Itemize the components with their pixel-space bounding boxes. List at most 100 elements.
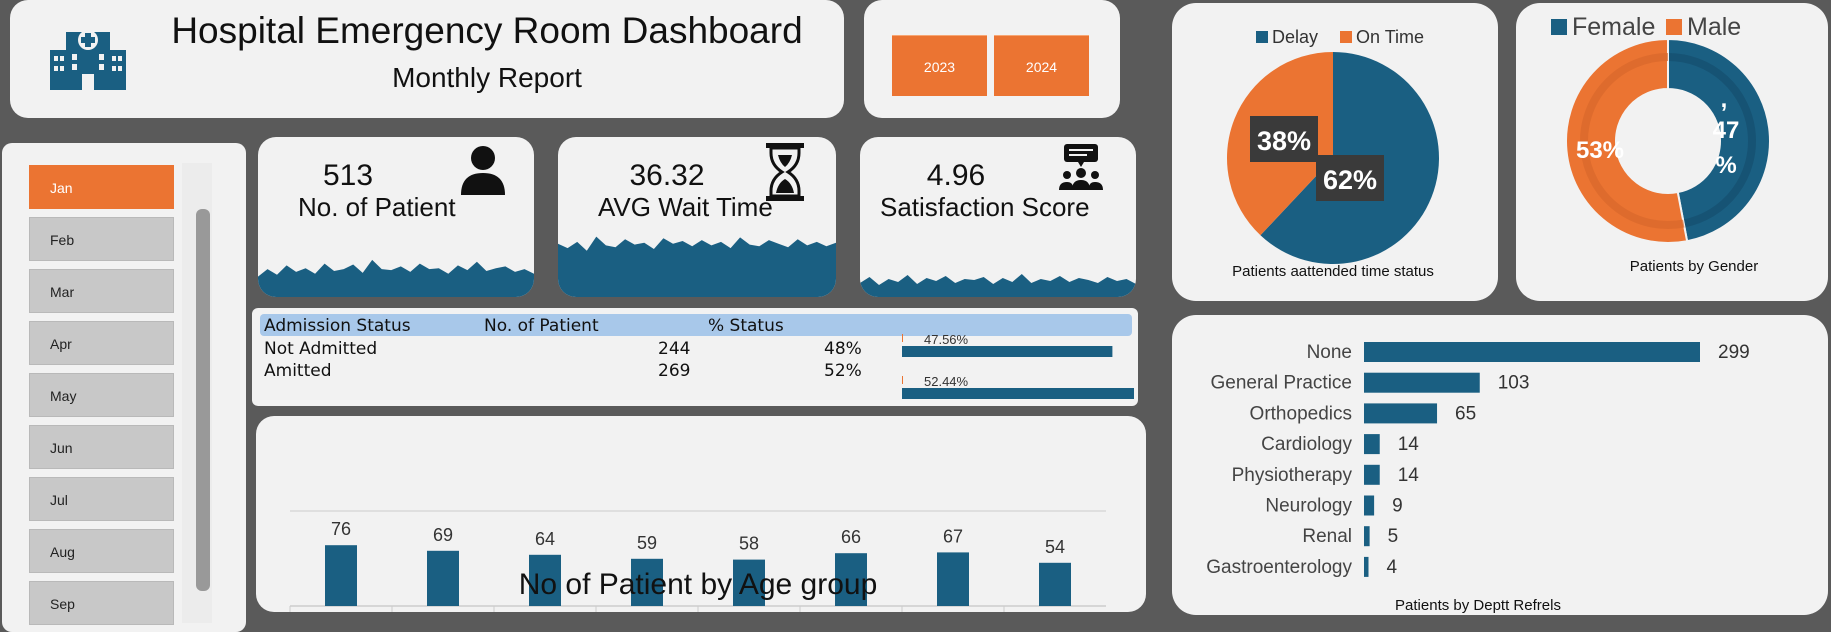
kpi-wait-sparkline <box>558 236 836 297</box>
pct-bar-label: 47.56% <box>924 334 969 347</box>
row-pct: 52% <box>824 361 862 381</box>
page-title: Hospital Emergency Room Dashboard <box>171 10 803 51</box>
year-button-2023[interactable]: 2023 <box>892 35 987 96</box>
age-group-chart: 760-96910-196420-295930-395840-496650-59… <box>289 510 1106 612</box>
month-button-jun[interactable]: Jun <box>29 425 174 469</box>
dept-bar <box>1364 434 1380 455</box>
scrollbar-thumb[interactable] <box>196 209 210 591</box>
time-status-card: Delay On Time 62% 38% Patients aattended tim… <box>1172 3 1498 301</box>
age-bar-label: 69 <box>433 525 453 545</box>
sparkline-area <box>558 236 836 297</box>
dept-bar <box>1364 526 1370 547</box>
dept-tick-label: General Practice <box>1210 373 1352 394</box>
pct-bar <box>902 346 1113 357</box>
dept-tick-label: Physiotherapy <box>1232 465 1353 486</box>
pct-bar-tick <box>902 376 903 384</box>
legend-label: On Time <box>1356 27 1424 47</box>
age-bar-label: 58 <box>739 534 759 554</box>
row-pct: 48% <box>824 339 862 359</box>
kpi-satisfaction-sparkline <box>860 274 1136 297</box>
month-button-may[interactable]: May <box>29 373 174 417</box>
legend-label: Male <box>1687 13 1741 41</box>
time-status-pie: Delay On Time 62% 38% Patients aattended tim… <box>1227 27 1439 280</box>
age-bar <box>427 550 459 606</box>
dept-bar-label: 65 <box>1455 403 1476 424</box>
age-bar <box>325 545 357 606</box>
month-slicer: Jan Feb Mar Apr May Jun Jul Aug Sep <box>2 143 246 632</box>
age-bar-label: 67 <box>943 526 963 546</box>
dept-bar-label: 14 <box>1398 465 1420 486</box>
age-bar <box>1039 562 1071 606</box>
age-bar-label: 54 <box>1045 537 1065 557</box>
dept-bar-label: 9 <box>1392 496 1403 517</box>
age-chart-card: 760-96910-196420-295930-395840-496650-59… <box>256 416 1146 612</box>
dept-tick-label: Neurology <box>1265 496 1352 517</box>
month-button-aug[interactable]: Aug <box>29 529 174 573</box>
dept-bar <box>1364 403 1438 424</box>
admission-table: Admission Status No. of Patient % Status… <box>252 308 1138 406</box>
dept-bar-label: 299 <box>1718 342 1750 363</box>
dept-bar <box>1364 372 1480 393</box>
pie-label: 62% <box>1323 165 1377 195</box>
legend-label: Delay <box>1272 27 1318 47</box>
pie-label: 38% <box>1257 126 1311 156</box>
pct-status-bars: 47.56% 52.44% <box>902 334 1134 399</box>
dept-bar-label: 14 <box>1398 434 1420 455</box>
dept-tick-label: None <box>1307 342 1352 363</box>
sparkline-area <box>258 259 534 297</box>
header-card: Hospital Emergency Room Dashboard Monthl… <box>10 0 844 118</box>
month-button-jul[interactable]: Jul <box>29 477 174 521</box>
dept-bar <box>1364 495 1375 516</box>
age-bar-label: 64 <box>535 529 555 549</box>
age-chart-title: No of Patient by Age group <box>519 568 878 601</box>
year-button-2024[interactable]: 2024 <box>994 35 1089 96</box>
gender-card: Female Male, 47% 53% Patients by Gender <box>1516 3 1828 301</box>
dept-bar-label: 5 <box>1388 526 1399 547</box>
donut-label: 53% <box>1576 137 1624 164</box>
legend-label: Female <box>1572 13 1655 41</box>
kpi-satisfaction-label: Satisfaction Score <box>880 192 1090 222</box>
month-button-apr[interactable]: Apr <box>29 321 174 365</box>
age-bar <box>937 552 969 606</box>
month-button-jan[interactable]: Jan <box>29 165 174 209</box>
dept-tick-label: Orthopedics <box>1250 403 1352 424</box>
kpi-satisfaction-card: 4.96 Satisfaction Score <box>860 137 1136 297</box>
age-bar-label: 66 <box>841 527 861 547</box>
pct-bar-tick <box>902 334 903 342</box>
dept-title: Patients by Deptt Refrels <box>1395 597 1561 614</box>
month-button-feb[interactable]: Feb <box>29 217 174 261</box>
row-status: Not Admitted <box>264 339 378 359</box>
legend-swatch-female <box>1551 19 1567 35</box>
col-no-of-patient: No. of Patient <box>484 316 599 336</box>
pct-bar-label: 52.44% <box>924 374 969 389</box>
person-icon <box>461 146 505 195</box>
age-bar-label: 76 <box>331 519 351 539</box>
dept-bar-label: 103 <box>1498 373 1530 394</box>
pct-bar <box>902 388 1134 399</box>
sparkline-area <box>860 274 1136 297</box>
dept-bar <box>1364 342 1700 362</box>
col-pct-status: % Status <box>708 316 784 336</box>
dept-tick-label: Renal <box>1302 526 1352 547</box>
feedback-icon <box>1059 144 1103 190</box>
year-slicer: 2023 2024 <box>864 0 1120 118</box>
kpi-patients-card: 513 No. of Patient <box>258 137 534 297</box>
kpi-patients-sparkline <box>258 259 534 297</box>
legend-swatch-male <box>1666 19 1682 35</box>
donut-label: 47 <box>1713 117 1740 144</box>
donut-label: , <box>1721 86 1728 113</box>
month-button-sep[interactable]: Sep <box>29 581 174 625</box>
donut-title: Patients by Gender <box>1630 258 1758 275</box>
gender-donut: Female Male, 47% 53% Patients by Gender <box>1551 13 1771 275</box>
dept-referral-chart: None 299 General Practice 103 Orthopedics 65 C… <box>1206 342 1750 614</box>
donut-label: % <box>1715 152 1736 179</box>
dept-bar <box>1364 556 1369 577</box>
row-count: 269 <box>658 361 691 381</box>
hourglass-icon <box>766 143 804 201</box>
dept-bar <box>1364 464 1380 485</box>
dept-tick-label: Gastroenterology <box>1206 557 1352 578</box>
kpi-wait-card: 36.32 AVG Wait Time <box>558 137 836 297</box>
dept-tick-label: Cardiology <box>1261 434 1352 455</box>
col-admission-status: Admission Status <box>264 316 411 336</box>
month-button-mar[interactable]: Mar <box>29 269 174 313</box>
